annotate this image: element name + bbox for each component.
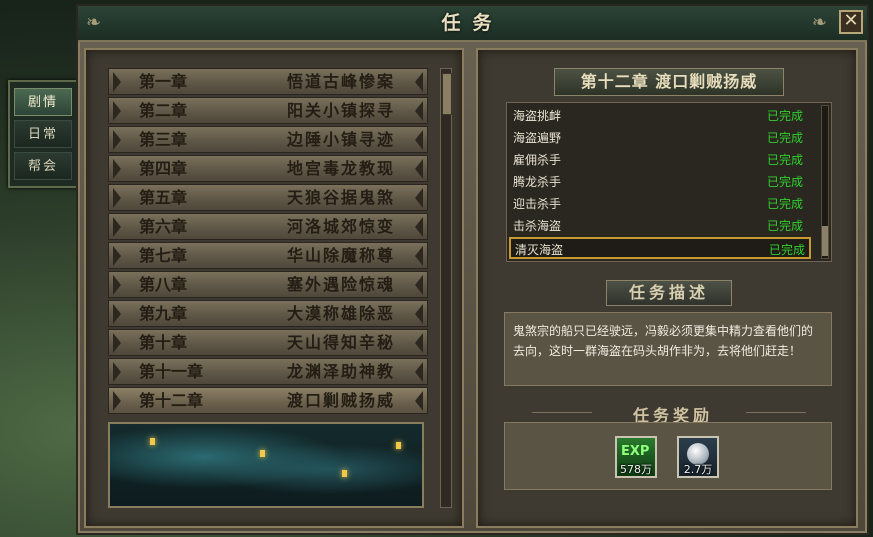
quest-status: 已完成: [767, 175, 804, 189]
chapter-name: 悟道古峰惨案: [287, 72, 396, 91]
quest-window: ❧ ❧ 任务 ✕ 第一章 悟道古峰惨案 第二章 阳关小镇探寻 第三章 边陲小镇寻迹 第…: [76, 4, 869, 535]
quest-status: 已完成: [767, 197, 804, 211]
quest-name: 击杀海盗: [513, 219, 562, 233]
chapter-item[interactable]: 第九章 大漠称雄除恶: [108, 300, 428, 327]
chapter-number: 第十章: [139, 333, 188, 352]
quest-status: 已完成: [767, 153, 804, 167]
chapter-banner: 第十二章 渡口剿贼扬威: [554, 68, 784, 96]
close-button[interactable]: ✕: [839, 10, 863, 34]
chapter-name: 河洛城郊惊变: [287, 217, 396, 236]
chapter-number: 第十一章: [139, 362, 204, 381]
game-screen: 剧情 日常 帮会 ❧ ❧ 任务 ✕ 第一章 悟道古峰惨案 第二章 阳关小镇探寻 第三…: [0, 0, 873, 537]
reward-panel: EXP 578万 2.7万: [504, 422, 832, 490]
quest-row[interactable]: 迎击杀手 已完成: [509, 193, 811, 215]
close-icon: ✕: [843, 10, 859, 31]
chapter-number: 第七章: [139, 246, 188, 265]
tab-guild[interactable]: 帮会: [14, 152, 72, 180]
chapter-name: 边陲小镇寻迹: [287, 130, 396, 149]
chapter-name: 天山得知辛秘: [287, 333, 396, 352]
exp-amount: 578万: [620, 463, 652, 476]
chapter-item[interactable]: 第三章 边陲小镇寻迹: [108, 126, 428, 153]
quest-row[interactable]: 腾龙杀手 已完成: [509, 171, 811, 193]
chapter-name: 塞外遇险惊魂: [287, 275, 396, 294]
quest-status: 已完成: [767, 109, 804, 123]
chapter-number: 第六章: [139, 217, 188, 236]
quest-row[interactable]: 海盗挑衅 已完成: [509, 105, 811, 127]
quest-status: 已完成: [769, 243, 806, 257]
quest-status: 已完成: [767, 131, 804, 145]
chapter-item[interactable]: 第六章 河洛城郊惊变: [108, 213, 428, 240]
chapter-number: 第三章: [139, 130, 188, 149]
chapter-scene-image: [108, 422, 424, 508]
quest-row[interactable]: 击杀海盗 已完成: [509, 215, 811, 237]
quest-description: 鬼煞宗的船只已经驶远，冯毅必须更集中精力查看他们的去向，这时一群海盗在码头胡作非…: [504, 312, 832, 386]
chapter-number: 第九章: [139, 304, 188, 323]
lantern-icon: [396, 442, 401, 449]
quest-scrollbar[interactable]: [821, 105, 829, 259]
quest-name: 雇佣杀手: [513, 153, 562, 167]
chapter-name: 大漠称雄除恶: [287, 304, 396, 323]
chapter-item[interactable]: 第十章 天山得知辛秘: [108, 329, 428, 356]
chapter-name: 天狼谷据鬼煞: [287, 188, 396, 207]
chapter-name: 华山除魔称尊: [287, 246, 396, 265]
chapter-item-selected[interactable]: 第十二章 渡口剿贼扬威: [108, 387, 428, 414]
quest-name: 海盗遍野: [513, 131, 562, 145]
quest-name: 迎击杀手: [513, 197, 562, 211]
tab-story[interactable]: 剧情: [14, 88, 72, 116]
description-title: 任务描述: [606, 280, 732, 306]
chapter-item[interactable]: 第四章 地宫毒龙教现: [108, 155, 428, 182]
lantern-icon: [150, 438, 155, 445]
chapter-name: 阳关小镇探寻: [287, 101, 396, 120]
chapter-number: 第五章: [139, 188, 188, 207]
chapter-number: 第二章: [139, 101, 188, 120]
quest-row[interactable]: 海盗遍野 已完成: [509, 127, 811, 149]
silver-reward[interactable]: 2.7万: [677, 436, 719, 478]
chapter-item[interactable]: 第一章 悟道古峰惨案: [108, 68, 428, 95]
chapter-name: 渡口剿贼扬威: [287, 391, 396, 410]
quest-row-selected[interactable]: 清灭海盗 已完成: [509, 237, 811, 259]
window-title: 任务: [441, 12, 504, 34]
tab-daily[interactable]: 日常: [14, 120, 72, 148]
silver-amount: 2.7万: [683, 463, 713, 476]
title-bar[interactable]: ❧ ❧ 任务 ✕: [78, 6, 867, 42]
quest-scrollbar-thumb[interactable]: [822, 226, 828, 256]
divider: [746, 412, 806, 413]
quest-row[interactable]: 雇佣杀手 已完成: [509, 149, 811, 171]
chapter-number: 第八章: [139, 275, 188, 294]
chapter-number: 第一章: [139, 72, 188, 91]
chapter-scrollbar-thumb[interactable]: [442, 73, 452, 115]
chapter-item[interactable]: 第七章 华山除魔称尊: [108, 242, 428, 269]
divider: [532, 412, 592, 413]
chapter-item[interactable]: 第八章 塞外遇险惊魂: [108, 271, 428, 298]
quest-name: 海盗挑衅: [513, 109, 562, 123]
exp-reward[interactable]: EXP 578万: [615, 436, 657, 478]
chapter-page: 第一章 悟道古峰惨案 第二章 阳关小镇探寻 第三章 边陲小镇寻迹 第四章 地宫毒龙教现 …: [84, 48, 464, 528]
chapter-name: 地宫毒龙教现: [287, 159, 396, 178]
chapter-item[interactable]: 第十一章 龙渊泽助神教: [108, 358, 428, 385]
quest-name: 腾龙杀手: [513, 175, 562, 189]
side-tab-panel: 剧情 日常 帮会: [8, 80, 78, 188]
lantern-icon: [260, 450, 265, 457]
lantern-icon: [342, 470, 347, 477]
quest-name: 清灭海盗: [515, 243, 564, 257]
chapter-list: 第一章 悟道古峰惨案 第二章 阳关小镇探寻 第三章 边陲小镇寻迹 第四章 地宫毒龙教现 …: [108, 68, 428, 416]
exp-icon: EXP: [621, 444, 650, 459]
chapter-number: 第十二章: [139, 391, 204, 410]
chapter-scrollbar[interactable]: [440, 68, 452, 508]
chapter-number: 第四章: [139, 159, 188, 178]
quest-list: 海盗挑衅 已完成 海盗遍野 已完成 雇佣杀手 已完成 腾龙杀手 已完成 迎击杀手 已完成 …: [506, 102, 832, 262]
chapter-item[interactable]: 第五章 天狼谷据鬼煞: [108, 184, 428, 211]
quest-detail-page: 第十二章 渡口剿贼扬威 海盗挑衅 已完成 海盗遍野 已完成 雇佣杀手 已完成 腾龙杀手…: [476, 48, 858, 528]
quest-status: 已完成: [767, 219, 804, 233]
chapter-item[interactable]: 第二章 阳关小镇探寻: [108, 97, 428, 124]
chapter-name: 龙渊泽助神教: [287, 362, 396, 381]
